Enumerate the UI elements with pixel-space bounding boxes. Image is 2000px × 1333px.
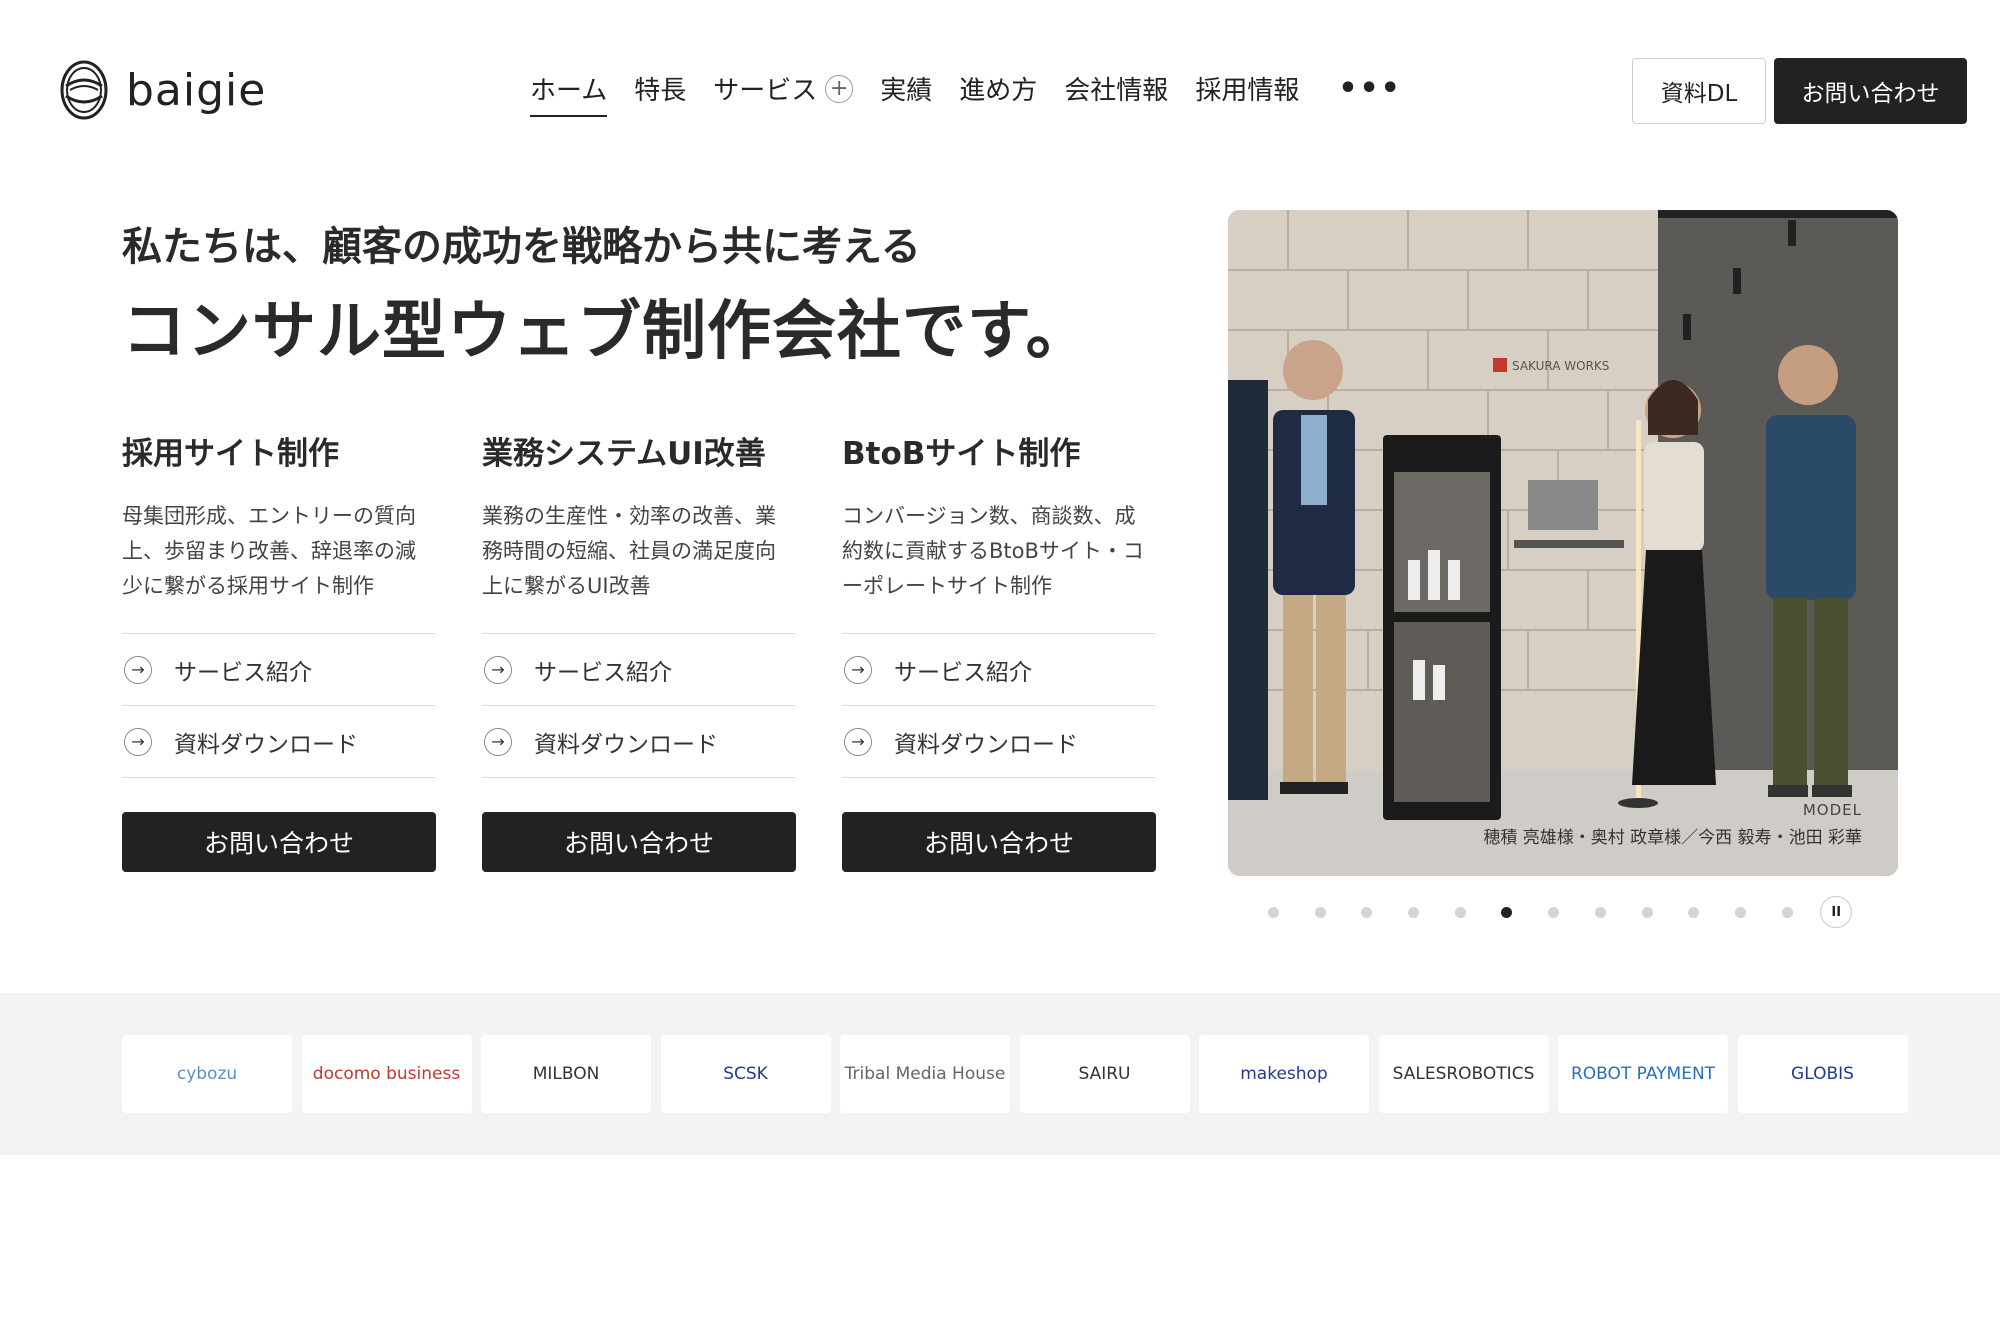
arrow-right-icon: → — [124, 727, 152, 756]
hero-title: コンサル型ウェブ制作会社です。 — [122, 295, 1091, 369]
carousel-dot[interactable] — [1548, 906, 1560, 918]
carousel-dot[interactable] — [1688, 906, 1700, 918]
client-logo-list: cybozu docomo business MILBON SCSK Tribal Me… — [122, 1035, 1917, 1113]
service-contact-button[interactable]: お問い合わせ — [842, 812, 1156, 872]
download-link[interactable]: → 資料ダウンロード — [842, 706, 1156, 778]
contact-button[interactable]: お問い合わせ — [1774, 58, 1967, 124]
service-card-ui: 業務システムUI改善 業務の生産性・効率の改善、業務時間の短縮、社員の満足度向上… — [482, 428, 796, 872]
download-link[interactable]: → 資料ダウンロード — [122, 706, 436, 778]
client-logo: makeshop — [1199, 1035, 1369, 1113]
client-logo: SCSK — [660, 1035, 831, 1113]
arrow-right-icon: → — [124, 655, 152, 684]
client-logo: docomo business — [301, 1035, 472, 1113]
service-links: → サービス紹介 → 資料ダウンロード — [122, 633, 436, 778]
nav-item-home[interactable]: ホーム — [530, 70, 608, 117]
arrow-right-icon: → — [484, 655, 512, 684]
nav-item-company[interactable]: 会社情報 — [1064, 70, 1168, 117]
hero-subtitle: 私たちは、顧客の成功を戦略から共に考える — [122, 224, 921, 270]
service-description: 業務の生産性・効率の改善、業務時間の短縮、社員の満足度向上に繋がるUI改善 — [482, 504, 776, 598]
client-logos-section: cybozu docomo business MILBON SCSK Tribal Me… — [0, 993, 2000, 1155]
client-logo: cybozu — [122, 1035, 292, 1113]
service-title: 採用サイト制作 — [122, 436, 339, 472]
service-description: 母集団形成、エントリーの質向上、歩留まり改善、辞退率の減少に繋がる採用サイト制作 — [122, 504, 416, 598]
link-label: 資料ダウンロード — [894, 731, 1078, 758]
link-label: サービス紹介 — [894, 659, 1032, 686]
client-logo: ROBOT PAYMENT — [1558, 1035, 1728, 1113]
client-logo: SALESROBOTICS — [1378, 1035, 1549, 1113]
logo-mark-icon — [60, 60, 108, 120]
carousel-dot[interactable] — [1454, 906, 1466, 918]
carousel-dot[interactable] — [1734, 906, 1746, 918]
arrow-right-icon: → — [844, 655, 872, 684]
service-card-btob: BtoBサイト制作 コンバージョン数、商談数、成約数に貢献するBtoBサイト・コ… — [842, 428, 1156, 872]
wall-sign-text: SAKURA WORKS — [1512, 359, 1609, 373]
main-nav: ホーム 特長 サービス + 実績 進め方 会社情報 採用情報 ••• — [530, 70, 1402, 117]
carousel-dot[interactable] — [1408, 906, 1420, 918]
link-label: 資料ダウンロード — [534, 731, 718, 758]
nav-item-recruit[interactable]: 採用情報 — [1195, 70, 1299, 117]
nav-item-services-label: サービス — [713, 76, 818, 106]
nav-item-features[interactable]: 特長 — [634, 70, 686, 117]
brand-logo[interactable]: baigie — [58, 56, 266, 124]
more-menu-icon[interactable]: ••• — [1338, 71, 1402, 106]
service-description: コンバージョン数、商談数、成約数に貢献するBtoBサイト・コーポレートサイト制作 — [842, 504, 1144, 598]
pause-icon[interactable]: II — [1820, 896, 1853, 928]
link-label: 資料ダウンロード — [174, 731, 358, 758]
service-links: → サービス紹介 → 資料ダウンロード — [482, 633, 796, 778]
service-card-recruit: 採用サイト制作 母集団形成、エントリーの質向上、歩留まり改善、辞退率の減少に繋が… — [122, 428, 436, 872]
client-logo: GLOBIS — [1737, 1035, 1908, 1113]
service-intro-link[interactable]: → サービス紹介 — [482, 634, 796, 706]
carousel-dot[interactable] — [1501, 906, 1513, 918]
nav-item-process[interactable]: 進め方 — [959, 70, 1037, 117]
carousel-dot[interactable] — [1361, 906, 1373, 918]
service-intro-link[interactable]: → サービス紹介 — [122, 634, 436, 706]
carousel-dot[interactable] — [1314, 906, 1326, 918]
download-link[interactable]: → 資料ダウンロード — [482, 706, 796, 778]
service-links: → サービス紹介 → 資料ダウンロード — [842, 633, 1156, 778]
arrow-right-icon: → — [484, 727, 512, 756]
client-logo: Tribal Media House — [840, 1035, 1010, 1113]
nav-item-works[interactable]: 実績 — [880, 70, 932, 117]
link-label: サービス紹介 — [534, 659, 672, 686]
client-logo: MILBON — [481, 1035, 651, 1113]
nav-item-services[interactable]: サービス + — [713, 70, 854, 117]
service-title: 業務システムUI改善 — [482, 436, 766, 472]
carousel-dot[interactable] — [1781, 906, 1793, 918]
arrow-right-icon: → — [844, 727, 872, 756]
office-photo-illustration: SAKURA WORKS — [1228, 210, 1898, 876]
brand-name: baigie — [126, 64, 267, 116]
carousel-dot[interactable] — [1268, 906, 1279, 918]
image-caption: MODEL 穂積 亮雄様・奥村 政章様／今西 毅寿・池田 彩華 — [1483, 801, 1862, 848]
service-contact-button[interactable]: お問い合わせ — [122, 812, 436, 872]
plus-icon[interactable]: + — [825, 74, 854, 103]
service-title: BtoBサイト制作 — [842, 436, 1081, 472]
carousel-dot[interactable] — [1641, 906, 1653, 918]
carousel-dot[interactable] — [1594, 906, 1606, 918]
caption-label: MODEL — [1802, 801, 1862, 819]
link-label: サービス紹介 — [174, 659, 312, 686]
carousel-pagination: II — [1268, 896, 1853, 928]
download-button[interactable]: 資料DL — [1632, 58, 1766, 124]
service-contact-button[interactable]: お問い合わせ — [482, 812, 796, 872]
client-logo: SAIRU — [1019, 1035, 1190, 1113]
hero-slide-image: SAKURA WORKS MODEL 穂積 亮雄様・奥村 政章様／今西 毅寿・池… — [1228, 210, 1898, 876]
caption-names: 穂積 亮雄様・奥村 政章様／今西 毅寿・池田 彩華 — [1483, 828, 1862, 848]
site-header: baigie ホーム 特長 サービス + 実績 進め方 会社情報 採用情報 ••… — [0, 0, 2000, 180]
service-intro-link[interactable]: → サービス紹介 — [842, 634, 1156, 706]
